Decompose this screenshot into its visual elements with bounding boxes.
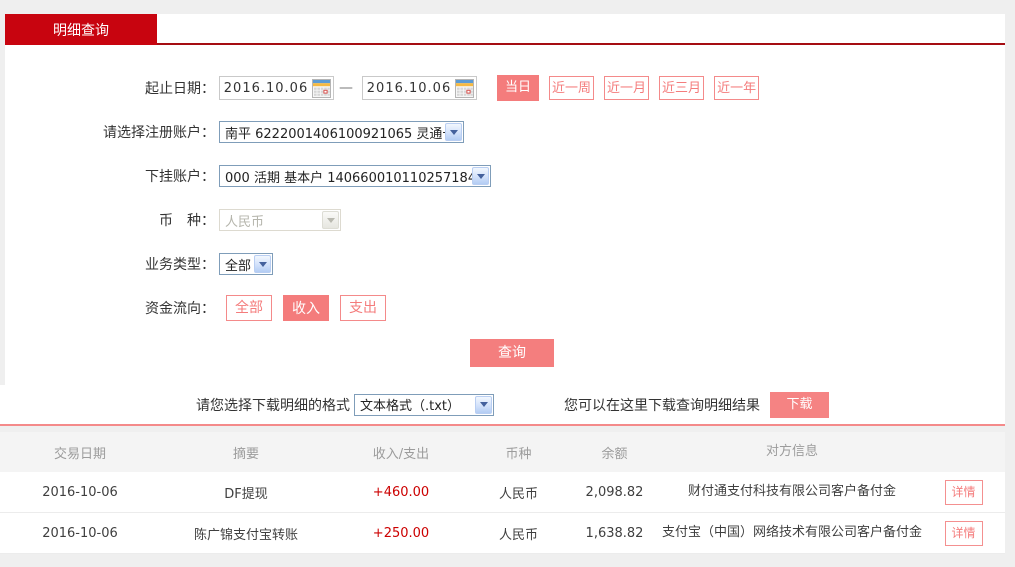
cell-date: 2016-10-06 <box>0 485 160 500</box>
tab-detail-query[interactable]: 明细查询 <box>5 14 157 45</box>
detail-button[interactable]: 详情 <box>945 521 983 546</box>
cell-balance: 1,638.82 <box>567 526 662 541</box>
date-to-value: 2016.10.06 <box>363 81 455 96</box>
header-date: 交易日期 <box>0 443 160 462</box>
tab-detail-query-label: 明细查询 <box>53 20 109 40</box>
cell-date: 2016-10-06 <box>0 526 160 541</box>
register-account-select[interactable]: 南平 6222001406100921065 灵通卡 <box>219 121 464 143</box>
download-format-value: 文本格式（.txt） <box>360 395 460 414</box>
chevron-down-icon[interactable] <box>254 255 271 273</box>
cell-currency: 人民币 <box>470 524 567 543</box>
date-from-value: 2016.10.06 <box>220 81 312 96</box>
sub-account-value: 000 活期 基本户 1406600101102571848 <box>225 167 472 186</box>
cell-actions: 详情 <box>922 521 1005 546</box>
chevron-down-icon <box>322 211 339 229</box>
header-summary: 摘要 <box>160 443 332 462</box>
currency-row: 币 种： 人民币 <box>5 207 1005 233</box>
sub-account-select[interactable]: 000 活期 基本户 1406600101102571848 <box>219 165 491 187</box>
quick-range-year-button[interactable]: 近一年 <box>714 76 759 100</box>
header-amount: 收入/支出 <box>332 443 470 462</box>
fund-flow-label: 资金流向： <box>5 298 215 318</box>
quick-range-today-button[interactable]: 当日 <box>497 75 539 101</box>
date-range-row: 起止日期： 2016.10.06 — 2016.10.06 <box>5 75 1005 101</box>
business-type-row: 业务类型： 全部 <box>5 251 1005 277</box>
download-strip: 请您选择下载明细的格式 文本格式（.txt） 您可以在这里下载查询明细结果 下载 <box>0 385 1005 426</box>
quick-range-month-button[interactable]: 近一月 <box>604 76 649 100</box>
chevron-down-icon[interactable] <box>475 396 492 414</box>
currency-label: 币 种： <box>5 210 215 230</box>
register-account-label: 请选择注册账户： <box>5 122 215 142</box>
currency-select: 人民币 <box>219 209 341 231</box>
cell-counterparty: 支付宝（中国）网络技术有限公司客户备付金 <box>662 523 922 544</box>
cell-amount: +460.00 <box>332 485 470 500</box>
download-format-label: 请您选择下载明细的格式 <box>196 395 350 415</box>
download-hint: 您可以在这里下载查询明细结果 <box>564 395 760 415</box>
business-type-label: 业务类型： <box>5 254 215 274</box>
register-account-row: 请选择注册账户： 南平 6222001406100921065 灵通卡 <box>5 119 1005 145</box>
register-account-value: 南平 6222001406100921065 灵通卡 <box>225 123 445 142</box>
header-balance: 余额 <box>567 443 662 462</box>
detail-button[interactable]: 详情 <box>945 480 983 505</box>
header-currency: 币种 <box>470 443 567 462</box>
cell-counterparty: 财付通支付科技有限公司客户备付金 <box>662 482 922 503</box>
table-row: 2016-10-06 DF提现 +460.00 人民币 2,098.82 财付通… <box>0 472 1005 513</box>
currency-value: 人民币 <box>225 211 264 230</box>
chevron-down-icon[interactable] <box>445 123 462 141</box>
business-type-select[interactable]: 全部 <box>219 253 273 275</box>
download-button[interactable]: 下载 <box>770 392 829 418</box>
fund-flow-expense-button[interactable]: 支出 <box>340 295 386 321</box>
calendar-icon[interactable] <box>455 79 474 98</box>
quick-range-quarter-button[interactable]: 近三月 <box>659 76 704 100</box>
date-to-input[interactable]: 2016.10.06 <box>362 76 477 100</box>
fund-flow-all-button[interactable]: 全部 <box>226 295 272 321</box>
fund-flow-income-button[interactable]: 收入 <box>283 295 329 321</box>
download-format-select[interactable]: 文本格式（.txt） <box>354 394 494 416</box>
sub-account-label: 下挂账户： <box>5 166 215 186</box>
cell-amount: +250.00 <box>332 526 470 541</box>
cell-balance: 2,098.82 <box>567 485 662 500</box>
date-range-label: 起止日期： <box>5 78 215 98</box>
cell-actions: 详情 <box>922 480 1005 505</box>
calendar-icon[interactable] <box>312 79 331 98</box>
header-counterparty: 对方信息 <box>662 442 922 463</box>
fund-flow-row: 资金流向： 全部 收入 支出 <box>5 295 1005 321</box>
business-type-value: 全部 <box>225 255 251 274</box>
cell-summary: 陈广锦支付宝转账 <box>160 524 332 543</box>
chevron-down-icon[interactable] <box>472 167 489 185</box>
quick-range-week-button[interactable]: 近一周 <box>549 76 594 100</box>
cell-summary: DF提现 <box>160 483 332 502</box>
table-row: 2016-10-06 陈广锦支付宝转账 +250.00 人民币 1,638.82… <box>0 513 1005 554</box>
date-from-input[interactable]: 2016.10.06 <box>219 76 334 100</box>
date-range-separator: — <box>339 80 353 96</box>
query-form-panel: 起止日期： 2016.10.06 — 2016.10.06 <box>5 45 1005 385</box>
query-button[interactable]: 查询 <box>470 339 554 367</box>
result-table: 交易日期 摘要 收入/支出 币种 余额 对方信息 2016-10-06 DF提现… <box>0 432 1005 554</box>
tab-bar: 明细查询 <box>5 14 1005 45</box>
table-header-row: 交易日期 摘要 收入/支出 币种 余额 对方信息 <box>0 432 1005 472</box>
cell-currency: 人民币 <box>470 483 567 502</box>
sub-account-row: 下挂账户： 000 活期 基本户 1406600101102571848 <box>5 163 1005 189</box>
